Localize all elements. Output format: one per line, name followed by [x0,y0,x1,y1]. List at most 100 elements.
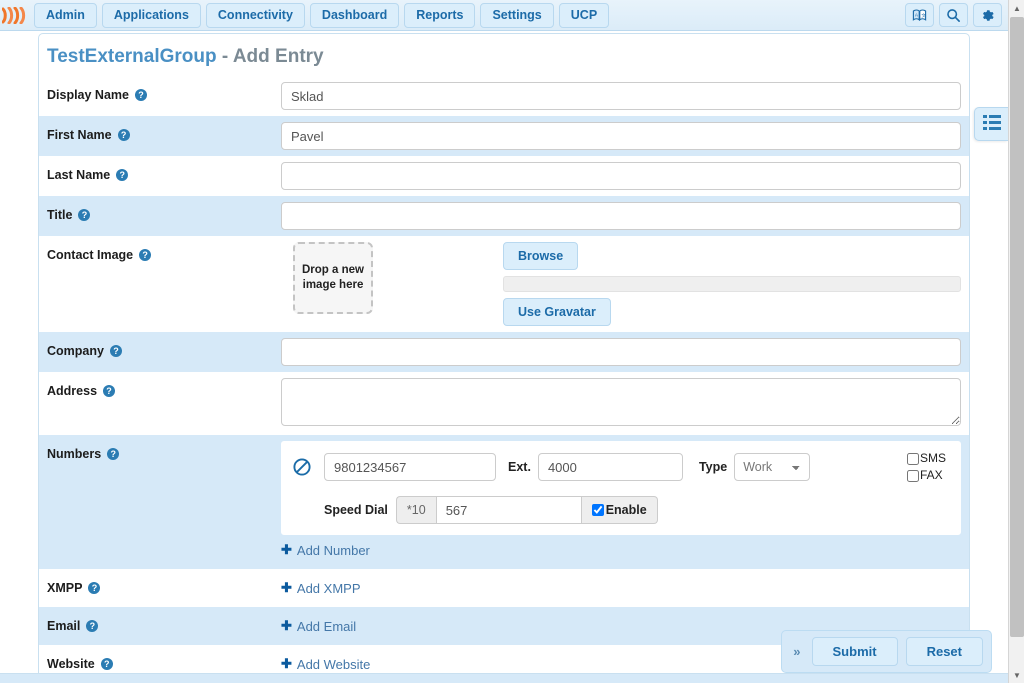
label-contact-image-text: Contact Image [47,248,134,262]
list-view-button[interactable] [974,107,1008,141]
help-icon-website[interactable]: ? [100,658,113,670]
label-email: Email ? [39,607,281,641]
nav-tab-settings[interactable]: Settings [480,2,554,28]
image-action-stack: Browse Use Gravatar [503,242,961,326]
nav-tab-admin[interactable]: Admin [34,2,97,28]
help-icon-company[interactable]: ? [109,345,122,357]
first-name-input[interactable] [281,122,961,150]
nav-tab-connectivity[interactable]: Connectivity [205,2,305,28]
sms-label-text: SMS [919,451,946,465]
footer-strip [0,673,1008,683]
nav-tab-dashboard[interactable]: Dashboard [309,2,400,28]
field-last-name [281,156,969,196]
row-company: Company ? [39,332,969,372]
plus-icon: ✚ [281,618,292,633]
page-title-group: TestExternalGroup [47,46,217,67]
row-last-name: Last Name ? [39,156,969,196]
label-last-name: Last Name ? [39,156,281,190]
field-title [281,196,969,236]
scroll-up-arrow[interactable]: ▲ [1009,0,1024,16]
speed-dial-enable-label[interactable]: Enable [581,496,658,524]
number-entry-line: Ext. Type Work SMS [292,451,950,483]
field-address [281,372,969,435]
label-title: Title ? [39,196,281,230]
language-icon[interactable]: A 文 [905,3,934,27]
speed-dial-enable-text: Enable [605,503,647,517]
number-flags: SMS FAX [906,451,950,483]
search-icon[interactable] [939,3,968,27]
label-numbers-text: Numbers [47,447,102,461]
speed-dial-prefix: *10 [395,496,436,524]
use-gravatar-button[interactable]: Use Gravatar [503,298,611,326]
help-icon-address[interactable]: ? [103,385,116,397]
help-icon-first-name[interactable]: ? [117,129,130,141]
label-address: Address ? [39,372,281,406]
phone-number-input[interactable] [324,453,496,481]
number-type-select[interactable]: Work [734,453,811,481]
speed-dial-input[interactable] [435,496,582,524]
company-input[interactable] [281,338,961,366]
top-navigation-bar: Admin Applications Connectivity Dashboar… [0,0,1008,31]
help-icon-title[interactable]: ? [78,209,91,221]
add-website-label: Add Website [296,656,371,672]
label-company-text: Company [47,344,104,358]
freepbx-logo[interactable] [0,0,30,31]
nav-icon-group: A 文 [905,3,1008,27]
scrollbar-thumb[interactable] [1010,17,1024,637]
help-icon-xmpp[interactable]: ? [88,582,101,594]
field-display-name [281,76,969,116]
label-title-text: Title [47,208,73,222]
nav-tab-applications[interactable]: Applications [101,2,201,28]
help-icon-last-name[interactable]: ? [116,169,129,181]
label-display-name-text: Display Name [47,88,129,102]
row-address: Address ? [39,372,969,435]
vertical-scrollbar[interactable]: ▲ ▼ [1008,0,1024,683]
nav-tab-reports[interactable]: Reports [404,2,476,28]
fax-checkbox-label[interactable]: FAX [906,468,946,483]
help-icon-display-name[interactable]: ? [134,89,147,101]
label-contact-image: Contact Image ? [39,236,281,270]
address-textarea[interactable] [281,378,961,426]
label-company: Company ? [39,332,281,366]
speed-dial-line: Speed Dial *10 Enable [324,496,950,524]
row-title: Title ? [39,196,969,236]
add-xmpp-link[interactable]: ✚ Add XMPP [281,575,361,601]
speed-dial-input-group: *10 Enable [395,496,658,524]
add-email-link[interactable]: ✚ Add Email [281,613,356,639]
row-xmpp: XMPP ? ✚ Add XMPP [39,569,969,607]
reset-button[interactable]: Reset [905,637,983,666]
collapse-chevron-icon[interactable]: » [790,644,803,659]
submit-button[interactable]: Submit [811,637,898,666]
page-title-suffix: - Add Entry [221,46,324,67]
field-first-name [281,116,969,156]
svg-text:文: 文 [921,11,926,18]
browse-button[interactable]: Browse [503,242,579,270]
help-icon-numbers[interactable]: ? [107,448,120,460]
last-name-input[interactable] [281,162,961,190]
help-icon-contact-image[interactable]: ? [139,249,152,261]
fax-checkbox[interactable] [906,469,919,482]
scroll-down-arrow[interactable]: ▼ [1009,667,1024,683]
nav-tab-ucp[interactable]: UCP [558,2,610,28]
file-path-display [503,276,961,292]
nav-tab-list: Admin Applications Connectivity Dashboar… [34,2,610,28]
help-icon-email[interactable]: ? [86,620,99,632]
display-name-input[interactable] [281,82,961,110]
add-number-label: Add Number [296,542,370,558]
field-contact-image: Drop a new image here Browse Use Gravata… [281,236,969,332]
page-title: TestExternalGroup - Add Entry [39,34,969,76]
title-input[interactable] [281,202,961,230]
sms-checkbox-label[interactable]: SMS [906,451,946,466]
speed-dial-enable-checkbox[interactable] [591,504,604,516]
extension-input[interactable] [537,453,683,481]
label-xmpp-text: XMPP [47,581,83,595]
label-email-text: Email [47,619,81,633]
add-number-link[interactable]: ✚ Add Number [281,537,370,563]
add-xmpp-label: Add XMPP [296,580,361,596]
ban-icon[interactable] [292,457,312,477]
sms-checkbox[interactable] [906,452,919,465]
gear-icon[interactable] [973,3,1002,27]
label-xmpp: XMPP ? [39,569,281,603]
image-dropzone[interactable]: Drop a new image here [293,242,373,314]
page-content: TestExternalGroup - Add Entry Display Na… [0,31,1008,683]
